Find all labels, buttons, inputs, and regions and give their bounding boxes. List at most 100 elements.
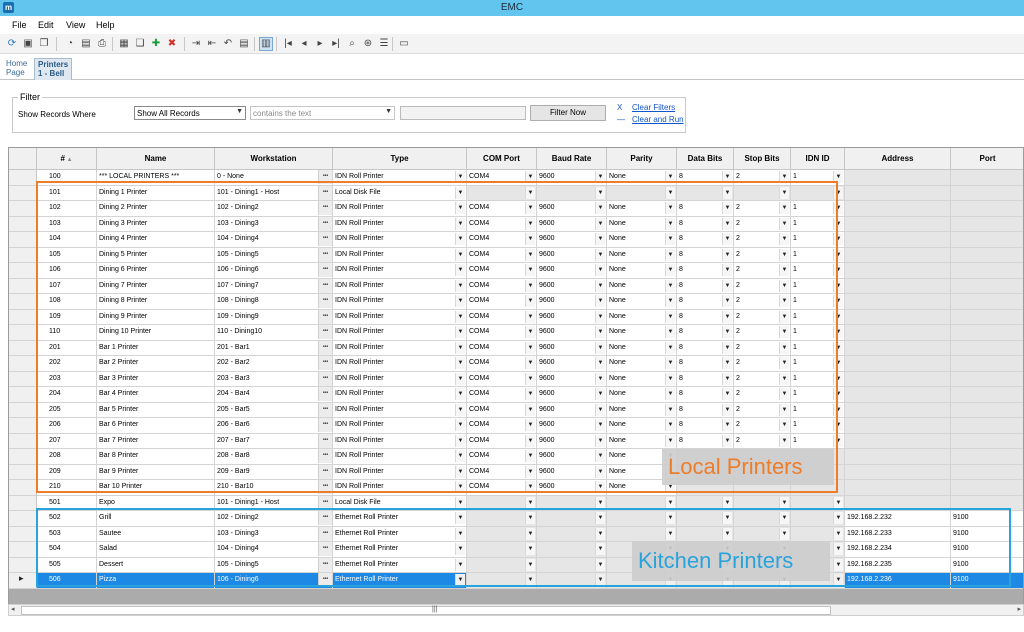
cell-port[interactable] — [951, 325, 1023, 341]
menu-view[interactable]: View — [66, 20, 85, 30]
cell-address[interactable] — [845, 480, 951, 496]
header-col-address[interactable]: Address — [845, 148, 951, 170]
cell-address[interactable] — [845, 371, 951, 387]
row-header[interactable] — [9, 449, 37, 465]
cell-port[interactable] — [951, 402, 1023, 418]
cell-address[interactable] — [845, 263, 951, 279]
cell-port[interactable] — [951, 464, 1023, 480]
filter-field-select[interactable]: Show All Records ▼ — [134, 106, 246, 120]
header-col-idn-id[interactable]: IDN ID — [791, 148, 845, 170]
chevron-down-icon[interactable]: ▼ — [455, 496, 465, 509]
chevron-down-icon[interactable]: ▼ — [525, 496, 535, 509]
scroll-right-icon[interactable]: ▸ — [1017, 605, 1021, 613]
cell-address[interactable] — [845, 449, 951, 465]
prev-icon[interactable]: ◂ — [298, 38, 310, 50]
cell-port[interactable] — [951, 278, 1023, 294]
cell-address[interactable] — [845, 294, 951, 310]
cell-address[interactable] — [845, 278, 951, 294]
next-icon[interactable]: ▸ — [314, 38, 326, 50]
clear-filters-icon[interactable]: X — [617, 103, 622, 112]
header-col-port[interactable]: Port — [951, 148, 1023, 170]
save-icon[interactable]: ▦ — [118, 38, 130, 50]
cell-port[interactable] — [951, 185, 1023, 201]
row-header[interactable] — [9, 542, 37, 558]
row-header[interactable] — [9, 340, 37, 356]
filter-text-input[interactable] — [400, 106, 526, 120]
cell-address[interactable] — [845, 170, 951, 186]
page-icon[interactable]: ▤ — [80, 38, 92, 50]
export-icon[interactable]: ⇤ — [206, 38, 218, 50]
cell-port[interactable] — [951, 309, 1023, 325]
header-col-com-port[interactable]: COM Port — [467, 148, 537, 170]
header-col-number[interactable]: # ▲ — [37, 148, 97, 170]
header-col-stop-bits[interactable]: Stop Bits — [734, 148, 791, 170]
menu-edit[interactable]: Edit — [38, 20, 54, 30]
refresh-icon[interactable]: ⟳ — [6, 38, 18, 50]
clear-and-run-link[interactable]: Clear and Run — [632, 115, 684, 124]
cell-address[interactable] — [845, 185, 951, 201]
row-header[interactable] — [9, 216, 37, 232]
horizontal-scrollbar[interactable]: ◂ ||| ▸ — [8, 604, 1024, 616]
cell-address[interactable] — [845, 402, 951, 418]
cell-address[interactable] — [845, 433, 951, 449]
menu-help[interactable]: Help — [96, 20, 115, 30]
row-header[interactable] — [9, 511, 37, 527]
cell-address[interactable] — [845, 201, 951, 217]
row-header[interactable] — [9, 495, 37, 511]
cell-address[interactable] — [845, 309, 951, 325]
cell-port[interactable] — [951, 201, 1023, 217]
chevron-down-icon[interactable]: ▼ — [833, 496, 843, 509]
row-header[interactable] — [9, 263, 37, 279]
row-header[interactable] — [9, 185, 37, 201]
clear-filters-link[interactable]: Clear Filters — [632, 103, 675, 112]
header-col-name[interactable]: Name — [97, 148, 215, 170]
add-icon[interactable]: ✚ — [150, 38, 162, 50]
grid-corner[interactable] — [9, 148, 37, 170]
row-header[interactable] — [9, 371, 37, 387]
tab-printers[interactable]: Printers 1 - Bell — [34, 58, 72, 80]
row-header[interactable] — [9, 387, 37, 403]
cell-address[interactable] — [845, 340, 951, 356]
header-col-data-bits[interactable]: Data Bits — [677, 148, 734, 170]
tab-home-page[interactable]: Home Page — [3, 58, 33, 80]
cell-port[interactable] — [951, 294, 1023, 310]
row-header[interactable] — [9, 402, 37, 418]
cell-address[interactable] — [845, 216, 951, 232]
header-col-baud-rate[interactable]: Baud Rate — [537, 148, 607, 170]
chevron-down-icon[interactable]: ▼ — [665, 496, 675, 509]
row-header[interactable] — [9, 325, 37, 341]
cell-address[interactable] — [845, 356, 951, 372]
row-header[interactable] — [9, 464, 37, 480]
cell-port[interactable] — [951, 356, 1023, 372]
scroll-left-icon[interactable]: ◂ — [11, 605, 15, 613]
cell-port[interactable] — [951, 247, 1023, 263]
history-icon[interactable]: ◔ — [64, 38, 76, 50]
row-header[interactable] — [9, 433, 37, 449]
row-header[interactable] — [9, 309, 37, 325]
cell-port[interactable] — [951, 340, 1023, 356]
row-header[interactable] — [9, 480, 37, 496]
save-copy-icon[interactable]: ❏ — [134, 38, 146, 50]
row-header[interactable] — [9, 418, 37, 434]
import-icon[interactable]: ⇥ — [190, 38, 202, 50]
binoculars-icon[interactable]: ⊛ — [362, 38, 374, 50]
paste-icon[interactable]: ▤ — [238, 38, 250, 50]
chevron-down-icon[interactable]: ▼ — [595, 496, 605, 509]
row-header[interactable] — [9, 278, 37, 294]
last-icon[interactable]: ▸| — [330, 38, 342, 50]
folder-open-icon[interactable]: ▣ — [22, 38, 34, 50]
row-header[interactable] — [9, 170, 37, 186]
cell-port[interactable] — [951, 480, 1023, 496]
row-header[interactable] — [9, 232, 37, 248]
search-text-icon[interactable]: ⌕ — [346, 38, 358, 50]
first-icon[interactable]: |◂ — [282, 38, 294, 50]
cell-port[interactable] — [951, 449, 1023, 465]
header-col-parity[interactable]: Parity — [607, 148, 677, 170]
cell-address[interactable] — [845, 387, 951, 403]
filter-now-button[interactable]: Filter Now — [530, 105, 606, 121]
filter-operator-select[interactable]: contains the text ▼ — [250, 106, 395, 120]
menu-file[interactable]: File — [12, 20, 27, 30]
row-header[interactable] — [9, 356, 37, 372]
cell-address[interactable] — [845, 418, 951, 434]
grid-view-icon[interactable]: ▥ — [259, 37, 273, 51]
